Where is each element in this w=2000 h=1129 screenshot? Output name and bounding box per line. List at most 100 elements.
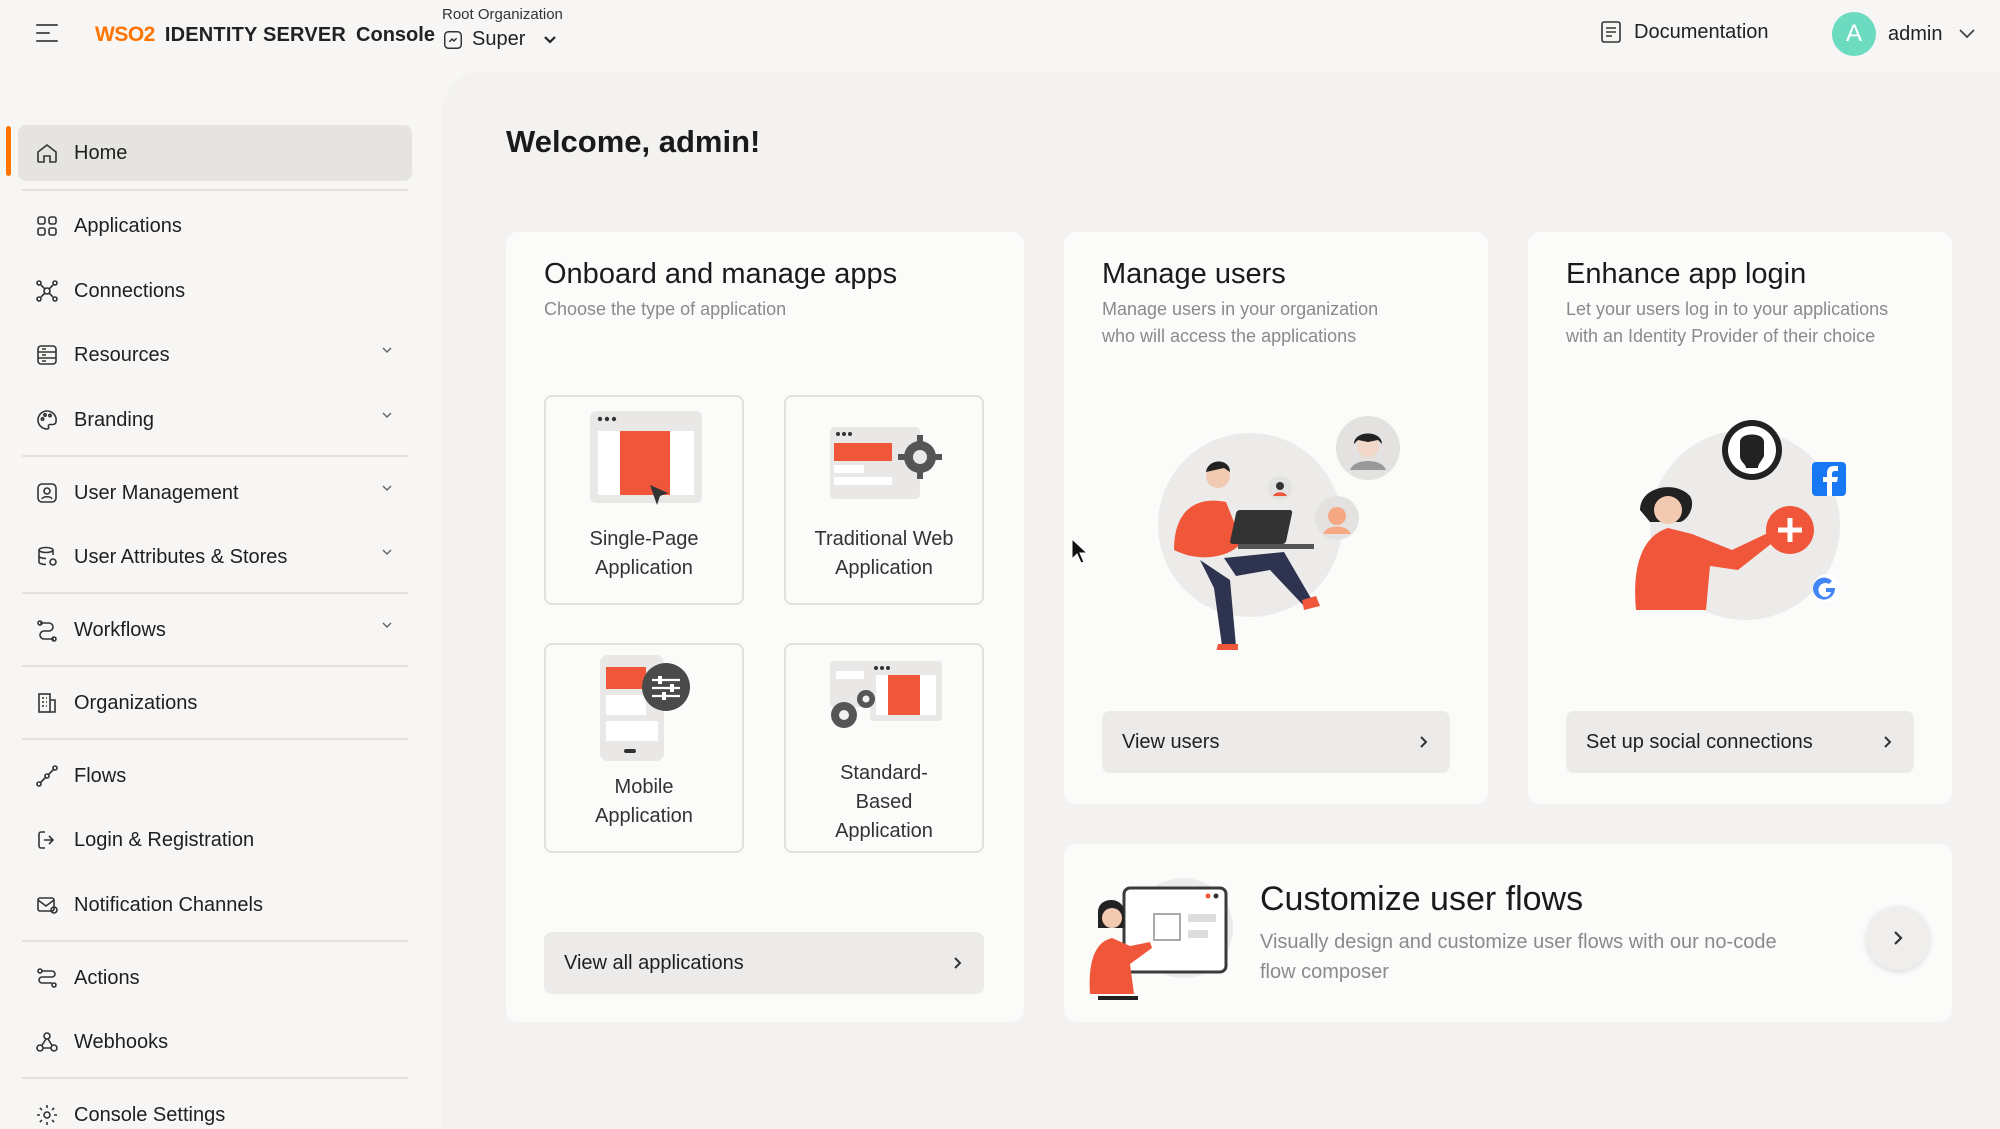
sidebar-item-label: Applications bbox=[74, 214, 182, 237]
sidebar-item-applications[interactable]: Applications bbox=[18, 198, 412, 254]
flow-composer-illustration bbox=[1089, 878, 1233, 1000]
product-logo[interactable]: WSO2 IDENTITY SERVER Console bbox=[95, 20, 435, 50]
connections-icon bbox=[34, 278, 60, 304]
chevron-down-icon bbox=[382, 549, 392, 556]
sidebar-item-label: Actions bbox=[74, 966, 140, 989]
database-icon bbox=[34, 544, 60, 570]
webhook-icon bbox=[34, 1029, 60, 1055]
grid-icon bbox=[34, 213, 60, 239]
flows-card-title: Customize user flows bbox=[1260, 880, 1584, 918]
chevron-right-icon bbox=[954, 957, 962, 969]
documentation-label: Documentation bbox=[1634, 20, 1769, 43]
menu-toggle-icon[interactable] bbox=[36, 24, 58, 42]
traditional-web-app-tile[interactable]: Traditional Web Application bbox=[784, 395, 984, 605]
chevron-down-icon bbox=[382, 412, 392, 419]
sidebar-item-label: User Management bbox=[74, 481, 239, 504]
sidebar-item-home[interactable]: Home bbox=[18, 125, 412, 181]
workflow-icon bbox=[34, 617, 60, 643]
chevron-right-icon bbox=[1420, 736, 1428, 748]
sidebar-item-notification-channels[interactable]: Notification Channels bbox=[18, 877, 412, 933]
org-label: Root Organization bbox=[442, 6, 563, 23]
standard-based-app-tile[interactable]: Standard- Based Application bbox=[784, 643, 984, 853]
mail-icon bbox=[34, 892, 60, 918]
sidebar-item-label: Flows bbox=[74, 764, 127, 787]
users-card-subtitle: Manage users in your organization bbox=[1102, 299, 1379, 319]
login-card-subtitle: with an Identity Provider of their choic… bbox=[1566, 326, 1876, 346]
sidebar-item-label: Console Settings bbox=[74, 1103, 226, 1126]
organization-switcher[interactable]: Root Organization Super bbox=[442, 6, 563, 51]
chevron-right-icon bbox=[1894, 931, 1903, 945]
users-card-title: Manage users bbox=[1102, 258, 1286, 290]
building-icon bbox=[34, 690, 60, 716]
sidebar-item-label: Notification Channels bbox=[74, 893, 263, 916]
open-flow-composer-button[interactable] bbox=[1866, 906, 1930, 970]
mobile-app-tile[interactable]: Mobile Application bbox=[544, 643, 744, 853]
sidebar-item-workflows[interactable]: Workflows bbox=[18, 602, 412, 658]
sidebar-item-label: Branding bbox=[74, 408, 155, 431]
sidebar-item-label: User Attributes & Stores bbox=[74, 545, 288, 568]
tile-label: Application bbox=[835, 557, 933, 579]
palette-icon bbox=[34, 407, 60, 433]
spa-illustration-icon bbox=[590, 411, 702, 505]
login-icon bbox=[34, 827, 60, 853]
sidebar-item-flows[interactable]: Flows bbox=[18, 748, 412, 804]
sidebar-item-organizations[interactable]: Organizations bbox=[18, 675, 412, 731]
button-label: View all applications bbox=[564, 951, 744, 974]
sidebar-item-label: Home bbox=[74, 141, 128, 164]
sidebar-item-actions[interactable]: Actions bbox=[18, 950, 412, 1006]
view-users-button[interactable]: View users bbox=[1102, 711, 1450, 773]
sidebar-item-label: Connections bbox=[74, 279, 186, 302]
sidebar-divider bbox=[22, 940, 408, 942]
sidebar-item-user-management[interactable]: User Management bbox=[18, 465, 412, 521]
tile-label: Mobile bbox=[614, 776, 674, 798]
top-header: WSO2 IDENTITY SERVER Console Root Organi… bbox=[0, 0, 2000, 72]
sidebar-item-label: Resources bbox=[74, 343, 170, 366]
mobile-app-illustration-icon bbox=[600, 655, 690, 761]
user-menu[interactable]: A admin bbox=[1832, 12, 1976, 56]
chevron-down-icon bbox=[382, 347, 392, 354]
home-icon bbox=[34, 140, 60, 166]
sidebar-divider bbox=[22, 592, 408, 594]
manage-users-illustration bbox=[1158, 416, 1400, 650]
chevron-down-icon bbox=[544, 35, 557, 44]
document-icon bbox=[1601, 21, 1621, 43]
tile-label: Application bbox=[595, 557, 693, 579]
single-page-app-tile[interactable]: Single-Page Application bbox=[544, 395, 744, 605]
sidebar-item-webhooks[interactable]: Webhooks bbox=[18, 1014, 412, 1070]
chevron-right-icon bbox=[1884, 736, 1892, 748]
sidebar-item-connections[interactable]: Connections bbox=[18, 263, 412, 319]
org-selector[interactable]: Super bbox=[442, 28, 563, 51]
web-app-illustration-icon bbox=[830, 427, 942, 499]
onboard-card-title: Onboard and manage apps bbox=[544, 258, 898, 290]
tile-label: Single-Page bbox=[589, 528, 699, 550]
logo-product-name: IDENTITY SERVER bbox=[164, 23, 347, 46]
flows-icon bbox=[34, 763, 60, 789]
user-icon bbox=[34, 480, 60, 506]
sidebar-divider bbox=[22, 189, 408, 191]
login-card-title: Enhance app login bbox=[1566, 258, 1807, 290]
chevron-down-icon bbox=[1959, 29, 1976, 39]
mouse-cursor-icon bbox=[1071, 538, 1087, 564]
sidebar-item-console-settings[interactable]: Console Settings bbox=[18, 1087, 412, 1129]
sidebar-item-label: Login & Registration bbox=[74, 828, 255, 851]
set-up-social-connections-button[interactable]: Set up social connections bbox=[1566, 711, 1914, 773]
view-all-applications-button[interactable]: View all applications bbox=[544, 932, 984, 994]
sidebar-divider bbox=[22, 738, 408, 740]
sidebar-item-branding[interactable]: Branding bbox=[18, 392, 412, 448]
sidebar-item-login-registration[interactable]: Login & Registration bbox=[18, 812, 412, 868]
standard-app-illustration-icon bbox=[830, 661, 942, 728]
page-title: Welcome, admin! bbox=[506, 124, 761, 159]
actions-icon bbox=[34, 965, 60, 991]
sidebar-item-user-attributes-stores[interactable]: User Attributes & Stores bbox=[18, 529, 412, 585]
flows-card-subtitle: Visually design and customize user flows… bbox=[1260, 931, 1777, 953]
sidebar-item-resources[interactable]: Resources bbox=[18, 327, 412, 383]
documentation-link[interactable]: Documentation bbox=[1600, 20, 1769, 44]
sidebar-item-label: Webhooks bbox=[74, 1030, 169, 1053]
chevron-down-icon bbox=[382, 485, 392, 492]
tile-label: Application bbox=[595, 805, 693, 827]
sidebar-divider bbox=[22, 455, 408, 457]
tile-label: Based bbox=[855, 791, 913, 813]
logo-console-label: Console bbox=[356, 23, 435, 46]
logo-mark: WSO2 bbox=[95, 23, 155, 46]
tile-label: Standard- bbox=[840, 762, 928, 784]
